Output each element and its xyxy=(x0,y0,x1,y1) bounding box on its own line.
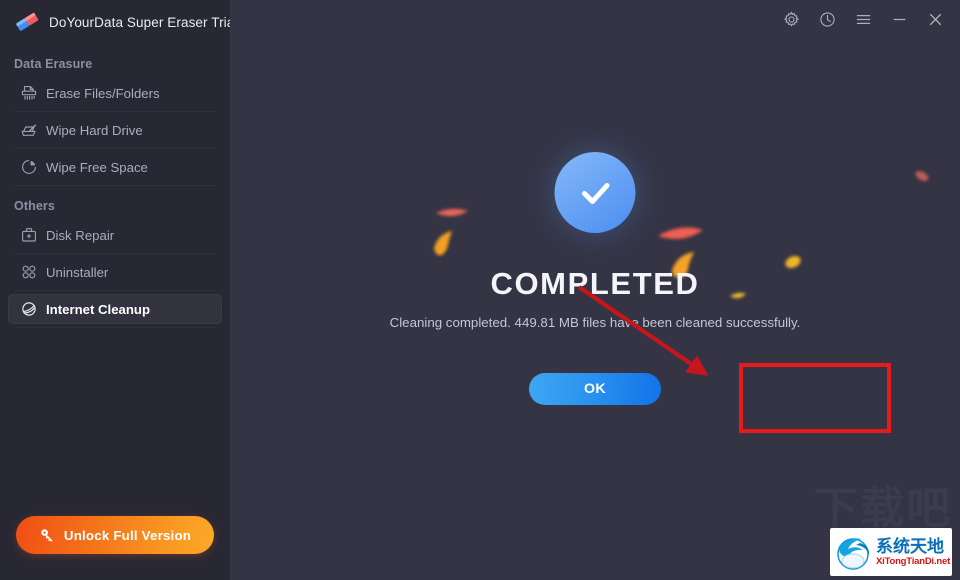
close-button[interactable] xyxy=(924,11,946,33)
hard-drive-pencil-icon xyxy=(20,121,38,139)
clock-icon xyxy=(819,11,836,33)
sidebar-divider xyxy=(14,185,216,186)
eraser-logo-icon xyxy=(14,11,40,33)
window-controls xyxy=(780,0,960,44)
sidebar-item-wipe-hard-drive[interactable]: Wipe Hard Drive xyxy=(8,115,222,145)
completion-panel: COMPLETED Cleaning completed. 449.81 MB … xyxy=(230,0,960,580)
hamburger-menu-icon xyxy=(855,11,872,33)
unlock-full-version-button[interactable]: Unlock Full Version xyxy=(16,516,214,554)
sidebar-item-uninstaller[interactable]: Uninstaller xyxy=(8,257,222,287)
sidebar-item-label: Wipe Free Space xyxy=(46,159,148,175)
sidebar-item-label: Erase Files/Folders xyxy=(46,85,160,101)
history-button[interactable] xyxy=(816,11,838,33)
sidebar-item-label: Uninstaller xyxy=(46,264,109,280)
gear-icon xyxy=(783,11,800,33)
grid-apps-icon xyxy=(20,263,38,281)
sidebar-item-label: Wipe Hard Drive xyxy=(46,122,143,138)
globe-icon xyxy=(20,300,38,318)
menu-button[interactable] xyxy=(852,11,874,33)
settings-button[interactable] xyxy=(780,11,802,33)
ok-button[interactable]: OK xyxy=(529,373,661,405)
key-icon xyxy=(39,527,55,543)
minimize-button[interactable] xyxy=(888,11,910,33)
page-title: COMPLETED xyxy=(490,266,700,301)
sidebar: DoYourData Super Eraser Trial Data Erasu… xyxy=(0,0,237,580)
sidebar-item-internet-cleanup[interactable]: Internet Cleanup xyxy=(8,294,222,324)
sidebar-group-label-others: Others xyxy=(14,199,55,213)
sidebar-item-erase-files-folders[interactable]: Erase Files/Folders xyxy=(8,78,222,108)
brand-header: DoYourData Super Eraser Trial xyxy=(0,0,237,44)
sidebar-item-wipe-free-space[interactable]: Wipe Free Space xyxy=(8,152,222,182)
shredder-icon xyxy=(20,84,38,102)
pie-chart-icon xyxy=(20,158,38,176)
check-circle-icon xyxy=(554,152,636,233)
sidebar-item-disk-repair[interactable]: Disk Repair xyxy=(8,220,222,250)
application-window: DoYourData Super Eraser Trial Data Erasu… xyxy=(0,0,960,580)
sidebar-item-label: Disk Repair xyxy=(46,227,115,243)
sidebar-item-label: Internet Cleanup xyxy=(46,301,151,317)
window-title: DoYourData Super Eraser Trial xyxy=(49,14,238,30)
first-aid-kit-icon xyxy=(20,226,38,244)
unlock-button-label: Unlock Full Version xyxy=(63,527,192,543)
result-message: Cleaning completed. 449.81 MB files have… xyxy=(389,315,801,330)
close-icon xyxy=(927,11,944,33)
minimize-icon xyxy=(891,11,908,33)
sidebar-divider xyxy=(14,253,216,254)
sidebar-divider xyxy=(14,148,216,149)
main-content: COMPLETED Cleaning completed. 449.81 MB … xyxy=(230,0,960,580)
sidebar-group-label-data-erasure: Data Erasure xyxy=(14,57,93,71)
sidebar-divider xyxy=(14,327,216,328)
sidebar-divider xyxy=(14,111,216,112)
sidebar-divider xyxy=(14,290,216,291)
